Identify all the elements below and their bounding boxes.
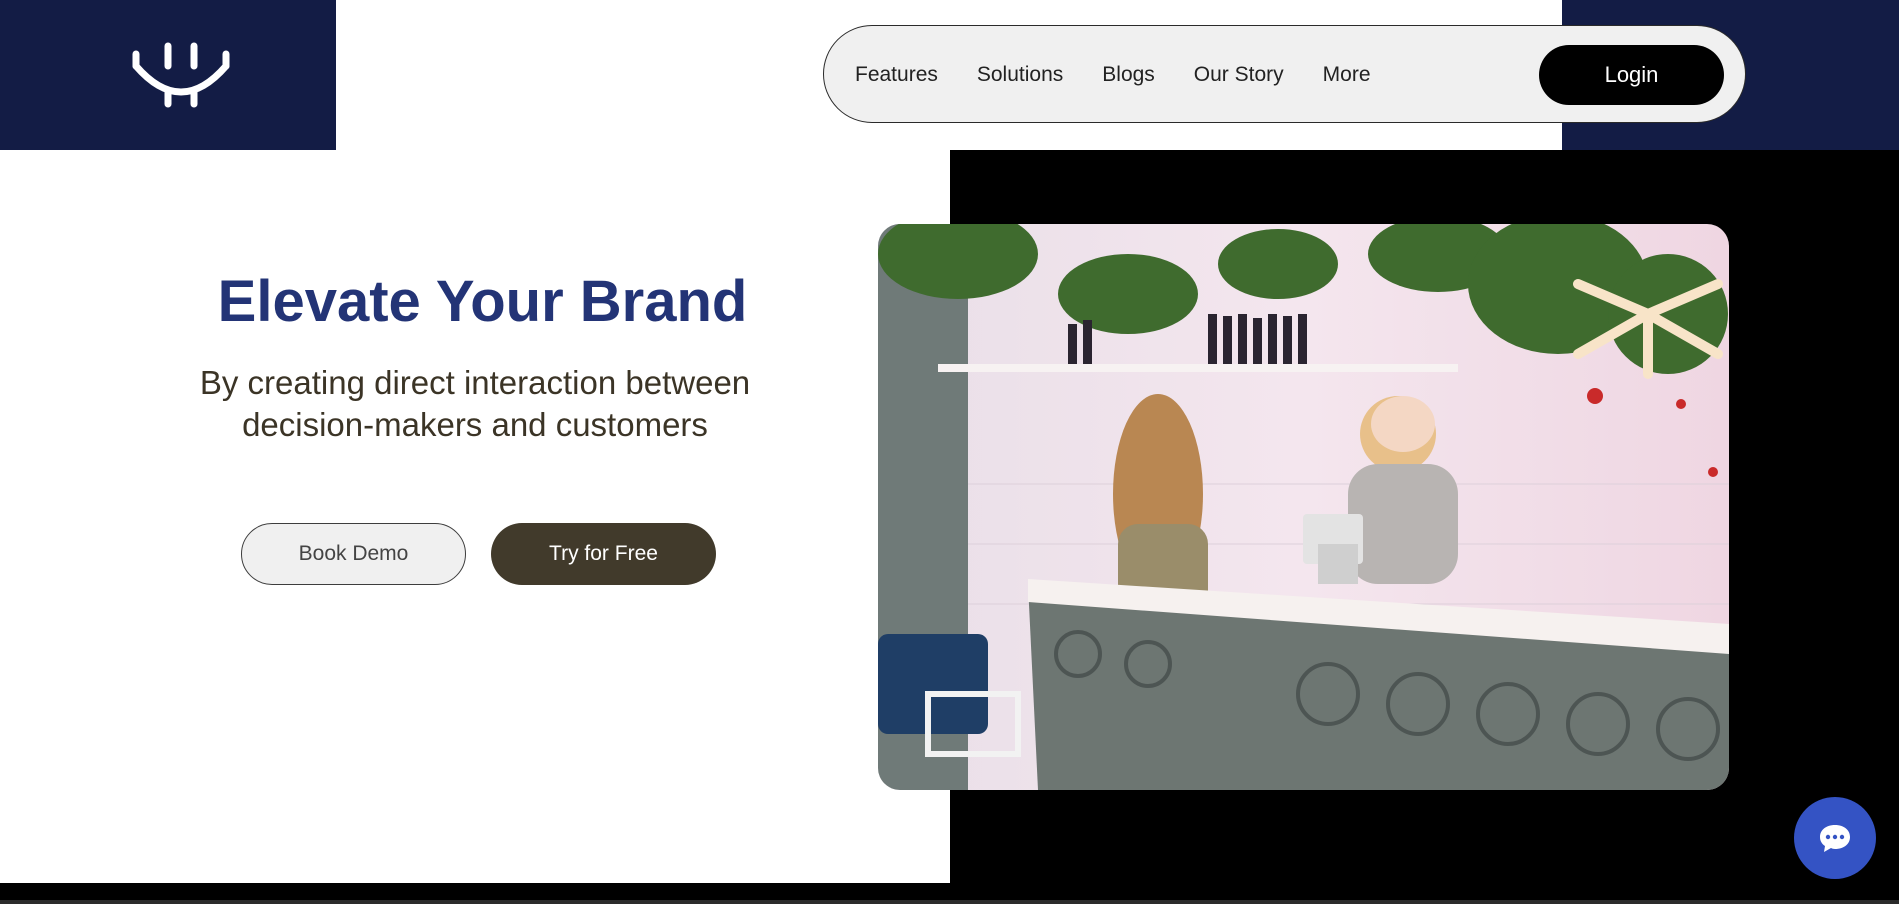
- try-for-free-button[interactable]: Try for Free: [491, 523, 716, 585]
- nav-item-our-story[interactable]: Our Story: [1194, 63, 1284, 87]
- nav-item-blogs[interactable]: Blogs: [1102, 63, 1155, 87]
- footer-edge: [0, 883, 1899, 904]
- smile-logo-icon: [132, 42, 230, 108]
- main-nav: Features Solutions Blogs Our Story More …: [823, 25, 1746, 123]
- login-button[interactable]: Login: [1539, 45, 1724, 105]
- chat-bubble-icon: [1820, 825, 1850, 852]
- nav-item-more[interactable]: More: [1323, 63, 1371, 87]
- hero-photo: [878, 224, 1729, 790]
- nav-item-solutions[interactable]: Solutions: [977, 63, 1063, 87]
- hero-subtitle: By creating direct interaction between d…: [199, 364, 751, 443]
- chat-button[interactable]: [1794, 797, 1876, 879]
- logo-block[interactable]: [0, 0, 336, 150]
- hero-title: Elevate Your Brand: [217, 269, 748, 334]
- nav-item-features[interactable]: Features: [855, 63, 938, 87]
- book-demo-button[interactable]: Book Demo: [241, 523, 466, 585]
